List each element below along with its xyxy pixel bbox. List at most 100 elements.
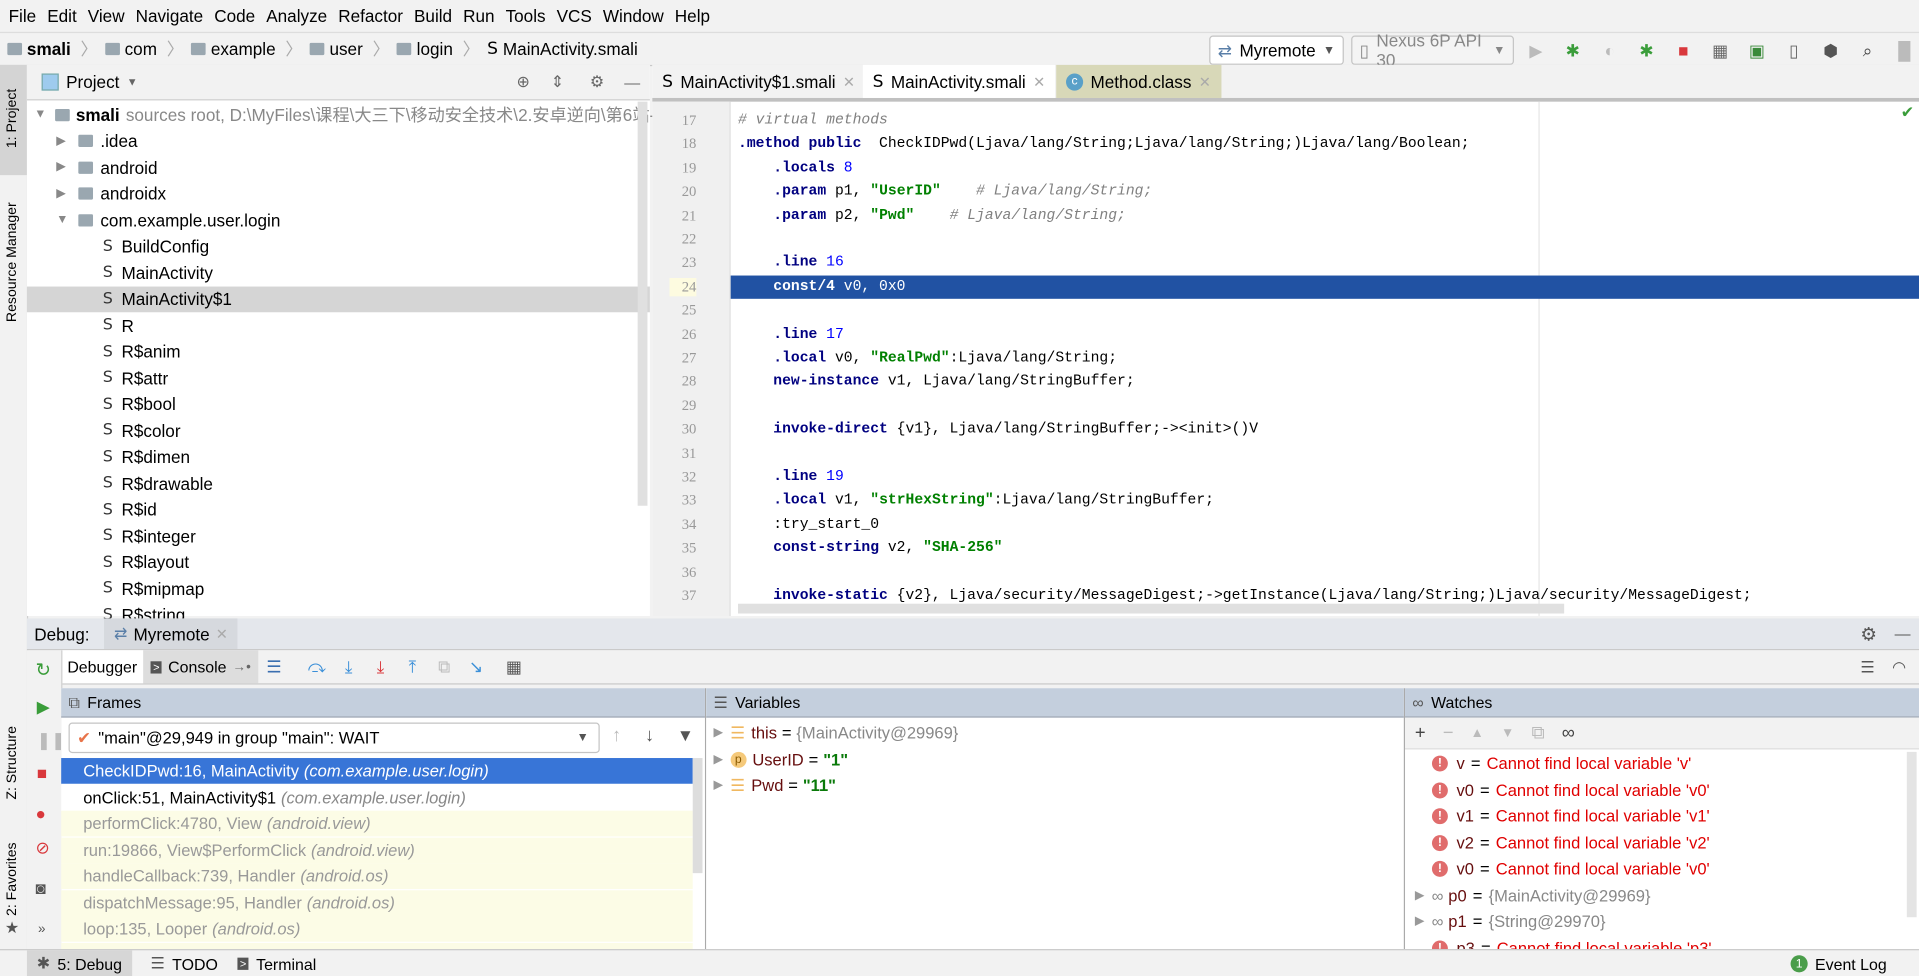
watch-item[interactable]: ! v2 = Cannot find local variable 'v2' [1415,830,1710,856]
tree-item[interactable]: S MainActivity$1 [26,285,650,312]
code-line[interactable]: .locals 8 [738,157,852,180]
close-icon[interactable]: ✕ [1199,73,1211,90]
chevron-down-icon[interactable]: ▼ [56,213,71,226]
tab-mainactivity-smali[interactable]: S MainActivity.smali ✕ [862,64,1056,98]
variable-item[interactable]: ▶ ☰ this = {MainActivity@29969} [714,720,959,746]
run-icon[interactable]: ▶ [1527,40,1544,60]
step-over-icon[interactable]: ⤼ [307,656,327,677]
tool-tab-resource-manager[interactable]: Resource Manager [0,200,27,347]
tool-tab-todo[interactable]: ☰ TODO [141,950,228,976]
frame-item[interactable]: onClick:51, MainActivity$1 (com.example.u… [61,784,693,811]
evaluate-expression-icon[interactable]: ▦ [504,656,524,677]
stop-icon[interactable]: ■ [1675,40,1692,60]
menu-vcs[interactable]: VCS [557,6,592,26]
tool-tab-project[interactable]: 1: Project [0,64,27,176]
breadcrumb-item[interactable]: example 〉 [191,37,303,61]
variable-item[interactable]: ▶ ☰ Pwd = "11" [714,773,836,799]
breadcrumb-item[interactable]: S MainActivity.smali [487,39,638,59]
menu-refactor[interactable]: Refactor [338,6,403,26]
glasses-icon[interactable]: ∞ [1562,723,1575,744]
frames-scrollbar[interactable] [692,758,703,874]
chevron-right-icon[interactable]: ▶ [714,753,723,766]
tree-item[interactable]: ▼ com.example.user.login [27,207,280,233]
next-frame-icon[interactable]: ↓ [645,725,654,746]
tree-item[interactable]: S R$attr [27,365,168,391]
stop-icon[interactable]: ■ [37,763,47,783]
mute-breakpoints-icon[interactable]: ⊘ [35,838,49,859]
gear-icon[interactable]: ⚙ [590,72,604,92]
code-line[interactable]: new-instance v1, Ljava/lang/StringBuffer… [738,370,1134,393]
variable-item[interactable]: ▶ p UserID = "1" [714,746,849,772]
sync-icon[interactable]: ⬢ [1822,40,1839,60]
menu-help[interactable]: Help [675,6,710,26]
menu-code[interactable]: Code [214,6,255,26]
watches-scrollbar[interactable] [1906,751,1917,918]
code-line[interactable]: .local v1, "strHexString":Ljava/lang/Str… [738,489,1214,512]
debug-icon[interactable]: ✱ [1564,40,1581,60]
chevron-right-icon[interactable]: ▶ [1415,888,1424,901]
frame-item[interactable]: run:19866, View$PerformClick (android.vie… [61,837,693,863]
tab-debugger[interactable]: Debugger [61,650,144,684]
menu-build[interactable]: Build [414,6,452,26]
gear-icon[interactable]: ⚙ [1860,623,1876,645]
chevron-right-icon[interactable]: ▶ [56,187,71,200]
resume-icon[interactable]: ▶ [37,697,50,718]
add-watch-icon[interactable]: + [1415,723,1426,744]
remove-watch-icon[interactable]: − [1443,723,1454,744]
menu-run[interactable]: Run [463,6,494,26]
code-line[interactable]: .param p1, "UserID" # Ljava/lang/String; [738,180,1152,203]
breadcrumb-item[interactable]: smali 〉 [7,37,98,61]
tree-item[interactable]: S MainActivity [27,260,213,286]
tree-item[interactable]: S R$mipmap [27,576,205,602]
drop-frame-icon[interactable]: ⧉ [434,656,454,677]
search-icon[interactable]: ⌕ [1859,40,1876,60]
menu-window[interactable]: Window [603,6,664,26]
sdk-manager-icon[interactable]: ▯ [1785,40,1802,60]
code-line[interactable]: .line 19 [738,465,844,488]
breadcrumb-item[interactable]: login 〉 [397,37,480,61]
tool-tab-structure[interactable]: Z: Structure [0,714,27,812]
frame-item[interactable]: dispatchMessage:95, Handler (android.os) [61,889,693,916]
chevron-right-icon[interactable]: ▶ [56,160,71,173]
project-view-select[interactable]: Project [66,72,119,92]
minimize-icon[interactable]: — [624,73,640,91]
more-icon[interactable]: » [38,922,45,937]
breadcrumb-item[interactable]: user 〉 [309,37,390,61]
close-icon[interactable]: ✕ [843,73,855,90]
watch-item[interactable]: ! v1 = Cannot find local variable 'v1' [1415,803,1710,829]
step-into-icon[interactable]: ⤓ [339,656,359,677]
tree-item[interactable]: ▶ androidx [27,181,166,207]
tree-item-root[interactable]: ▼ smali sources root, D:\MyFiles\课程\大三下\移动… [34,102,706,128]
chevron-right-icon[interactable]: ▶ [714,726,723,739]
code-line[interactable]: .line 17 [738,323,844,346]
profile-icon[interactable]: ◐ [1601,40,1618,60]
tree-item[interactable]: S R$drawable [27,470,213,496]
event-log-button[interactable]: 1 Event Log [1781,950,1897,976]
menu-file[interactable]: File [9,6,37,26]
tool-tab-debug[interactable]: ✱ 5: Debug [26,950,132,976]
code-line[interactable]: .param p2, "Pwd" # Ljava/lang/String; [738,204,1126,227]
locate-icon[interactable]: ⊕ [516,72,529,92]
close-icon[interactable]: ✕ [216,625,228,642]
chevron-right-icon[interactable]: ▶ [1415,915,1424,928]
menu-tools[interactable]: Tools [506,6,546,26]
watch-item[interactable]: ! v0 = Cannot find local variable 'v0' [1415,777,1710,803]
overhead-icon[interactable]: ◠ [1892,657,1906,677]
tree-item[interactable]: S BuildConfig [27,233,209,259]
minimize-icon[interactable]: — [1895,625,1911,643]
menu-analyze[interactable]: Analyze [266,6,327,26]
code-line[interactable]: invoke-direct {v1}, Ljava/lang/StringBuf… [738,418,1258,441]
code-line[interactable]: const-string v2, "SHA-256" [738,537,1002,560]
tab-console[interactable]: > Console →• [143,650,259,684]
collapse-all-icon[interactable]: ⇕ [551,72,564,92]
tab-mainactivity-1-smali[interactable]: S MainActivity$1.smali ✕ [652,65,865,98]
rerun-icon[interactable]: ↻ [35,659,50,681]
watch-item[interactable]: ▶ ∞ p0 = {MainActivity@29969} [1415,882,1651,908]
tool-tab-favorites[interactable]: 2: Favorites ★ [0,836,27,936]
code-line[interactable]: const/4 v0, 0x0 [730,275,1919,299]
watch-item[interactable]: ▶ ∞ p1 = {String@29970} [1415,909,1606,935]
menu-edit[interactable]: Edit [47,6,77,26]
tree-item[interactable]: S R$color [27,418,181,444]
chevron-right-icon[interactable]: ▶ [56,134,71,147]
code-line[interactable]: :try_start_0 [738,513,879,536]
